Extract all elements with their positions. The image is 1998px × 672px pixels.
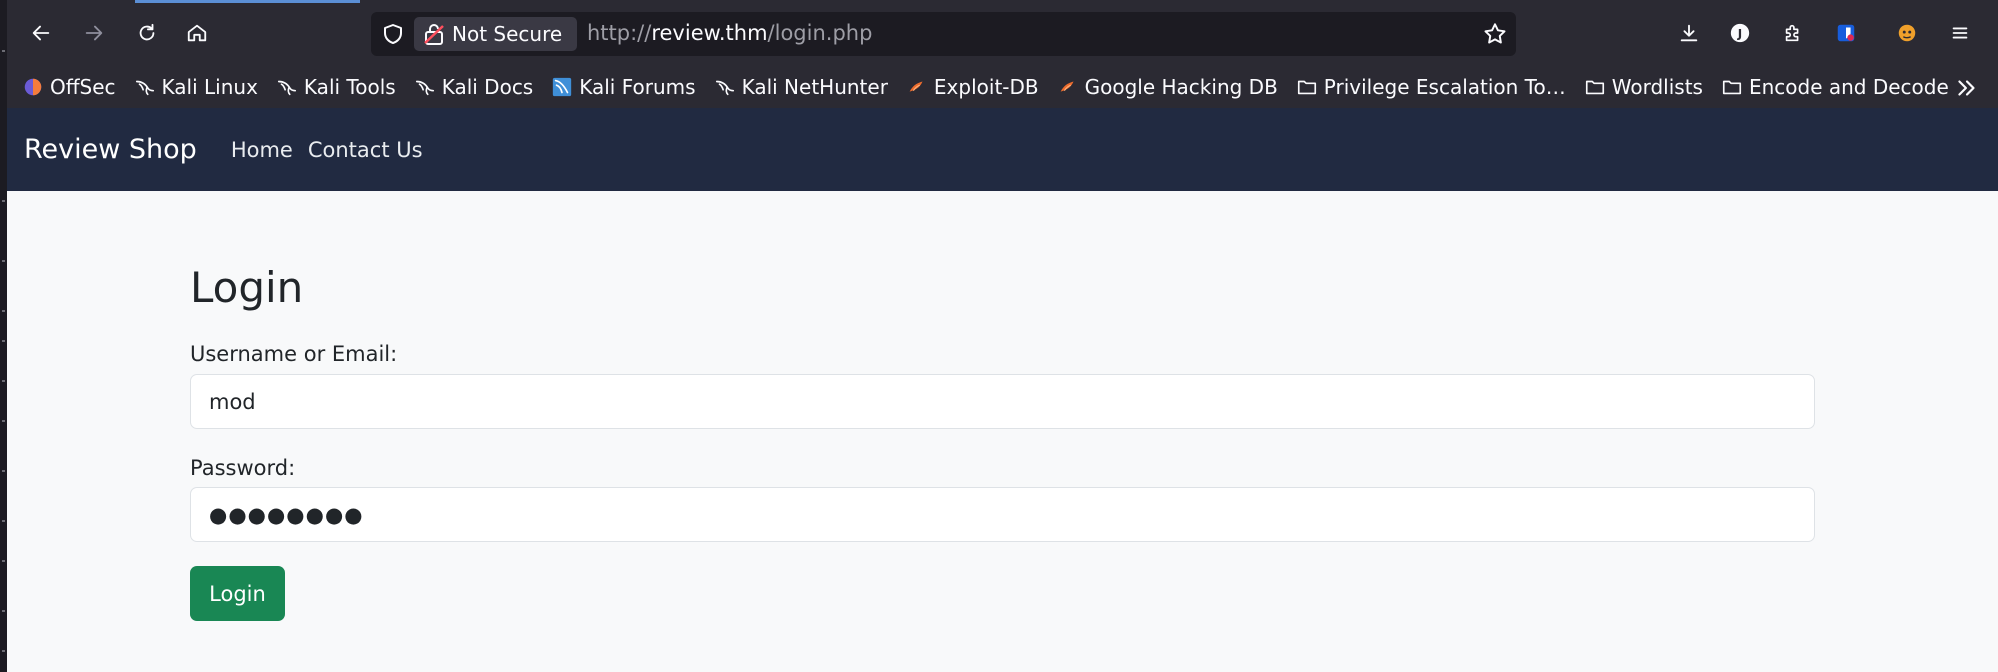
home-button[interactable] [179, 15, 215, 51]
username-label: Username or Email: [190, 342, 398, 366]
app-menu-button[interactable] [1942, 15, 1978, 51]
reload-button[interactable] [129, 15, 165, 51]
bookmark-star-icon[interactable] [1482, 21, 1508, 47]
bookmark-label: Kali Linux [161, 75, 258, 99]
kali-dragon-icon [715, 80, 734, 96]
bitwarden-extension-button[interactable] [1828, 15, 1864, 51]
kali-dragon-icon [277, 80, 296, 96]
bookmark-folder-privilege-escalation[interactable]: Privilege Escalation To… [1296, 75, 1566, 99]
active-tab-indicator [135, 0, 360, 3]
bookmarks-overflow-chevron-icon[interactable] [1954, 75, 1980, 101]
left-window-edge [0, 0, 7, 672]
forward-button[interactable] [76, 15, 112, 51]
bookmark-folder-wordlists[interactable]: Wordlists [1584, 75, 1703, 99]
bookmark-label: Kali Docs [441, 75, 534, 99]
exploit-db-icon [909, 81, 923, 92]
not-secure-label: Not Secure [452, 22, 563, 46]
offsec-icon [24, 78, 42, 96]
nav-link-contact-us[interactable]: Contact Us [308, 138, 423, 162]
account-button[interactable]: J [1722, 15, 1758, 51]
kali-dragon-icon [135, 80, 154, 96]
connection-not-secure-badge[interactable]: Not Secure [414, 17, 577, 51]
url-path: /login.php [767, 21, 873, 45]
foxyproxy-extension-button[interactable] [1889, 15, 1925, 51]
site-brand[interactable]: Review Shop [24, 134, 197, 165]
bookmark-kali-linux[interactable]: Kali Linux [134, 75, 258, 99]
address-bar[interactable]: Not Secure http://review.thm/login.php [371, 12, 1516, 56]
password-masked-value: ●●●●●●●● [209, 502, 364, 527]
bookmark-label: Privilege Escalation To… [1323, 75, 1566, 99]
nav-link-home[interactable]: Home [231, 138, 293, 162]
hamburger-menu-icon [1952, 27, 1968, 39]
bookmark-label: Kali Tools [303, 75, 396, 99]
insecure-lock-icon [424, 24, 444, 45]
extensions-button[interactable] [1775, 15, 1811, 51]
tracking-shield-icon[interactable] [381, 22, 405, 46]
bookmark-label: OffSec [50, 75, 116, 99]
downloads-button[interactable] [1671, 15, 1707, 51]
bookmark-offsec[interactable]: OffSec [22, 75, 116, 99]
forward-arrow-icon [85, 25, 103, 41]
url-text[interactable]: http://review.thm/login.php [587, 21, 872, 45]
bookmark-label: Google Hacking DB [1084, 75, 1278, 99]
folder-icon [1722, 80, 1742, 95]
bookmark-label: Kali Forums [579, 75, 696, 99]
svg-text:J: J [1737, 27, 1742, 41]
url-host: review.thm [651, 21, 768, 45]
home-icon [187, 24, 207, 42]
bookmark-kali-nethunter[interactable]: Kali NetHunter [714, 75, 888, 99]
bookmark-exploit-db[interactable]: Exploit-DB [906, 75, 1039, 99]
fox-extension-icon [1898, 24, 1916, 42]
account-avatar-icon: J [1730, 23, 1750, 43]
bookmark-kali-docs[interactable]: Kali Docs [414, 75, 534, 99]
password-input[interactable]: ●●●●●●●● [190, 487, 1815, 542]
bookmark-label: Wordlists [1611, 75, 1703, 99]
bitwarden-shield-icon [1837, 24, 1855, 42]
puzzle-piece-icon [1785, 24, 1799, 42]
bookmarks-toolbar: OffSec Kali Linux Kali Tools Kali Docs K… [0, 66, 1998, 108]
login-button[interactable]: Login [190, 566, 285, 621]
bookmark-label: Exploit-DB [933, 75, 1039, 99]
reload-icon [139, 23, 155, 41]
browser-toolbar: Not Secure http://review.thm/login.php J [0, 0, 1998, 66]
bookmark-kali-tools[interactable]: Kali Tools [276, 75, 396, 99]
url-scheme: http:// [587, 21, 652, 45]
back-button[interactable] [23, 15, 59, 51]
download-icon [1680, 24, 1698, 42]
password-label: Password: [190, 456, 296, 480]
username-input[interactable]: mod [190, 374, 1815, 429]
back-arrow-icon [32, 25, 50, 41]
kali-forums-icon [553, 77, 572, 97]
username-value: mod [209, 389, 256, 414]
page-title: Login [190, 263, 304, 312]
exploit-db-icon [1060, 81, 1074, 92]
bookmark-google-hacking-db[interactable]: Google Hacking DB [1057, 75, 1278, 99]
site-navbar: Review Shop Home Contact Us [7, 108, 1998, 191]
folder-icon [1585, 80, 1604, 95]
folder-icon [1297, 80, 1316, 95]
kali-dragon-icon [415, 80, 434, 96]
bookmark-label: Encode and Decode [1748, 75, 1949, 99]
bookmark-label: Kali NetHunter [741, 75, 888, 99]
bookmark-folder-encode-decode[interactable]: Encode and Decode [1721, 75, 1949, 99]
bookmark-kali-forums[interactable]: Kali Forums [551, 75, 696, 99]
